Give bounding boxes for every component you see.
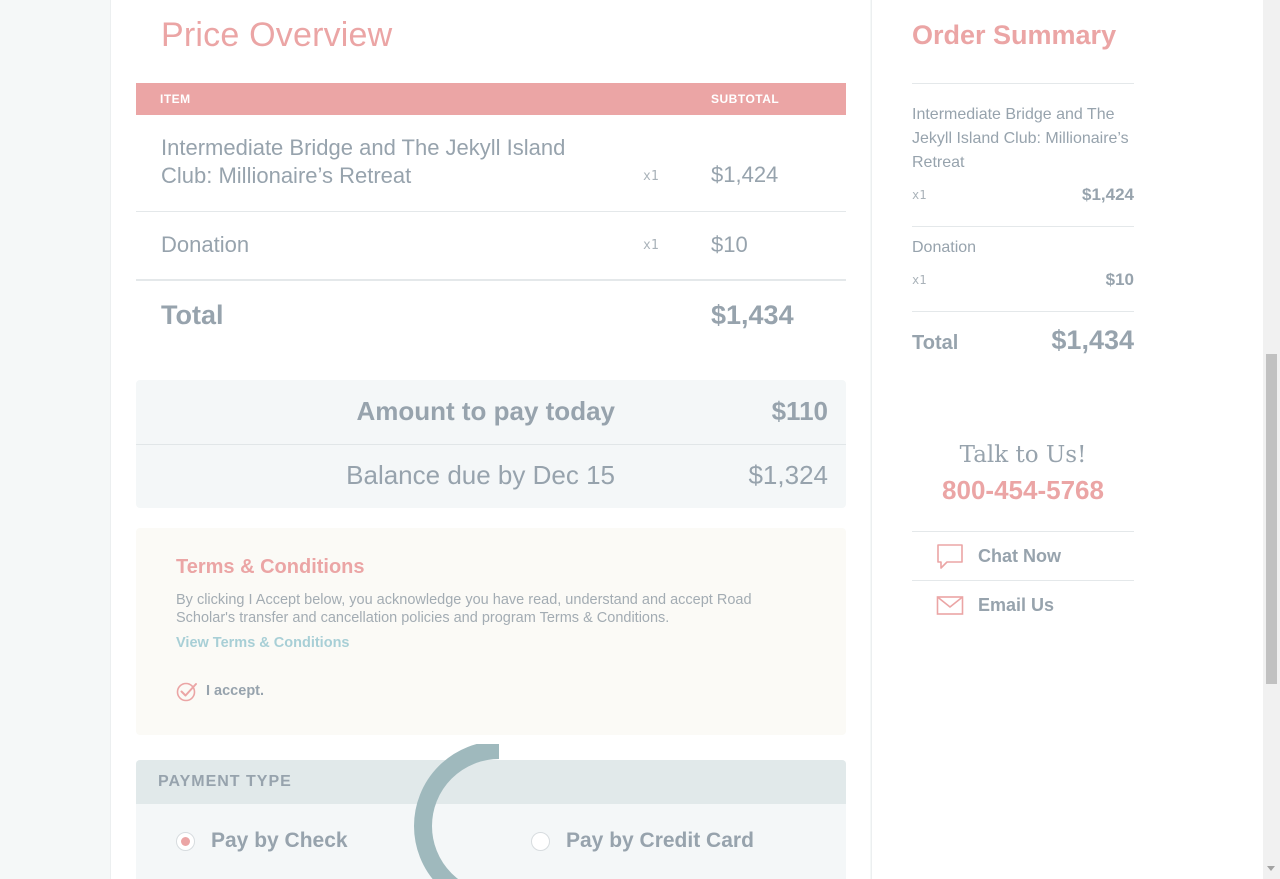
divider (136, 444, 846, 445)
envelope-icon (936, 596, 964, 615)
total-label: Total (161, 300, 224, 330)
payment-amounts-box: Amount to pay today $110 Balance due by … (136, 380, 846, 508)
chat-now-label: Chat Now (978, 545, 1061, 566)
column-header-item: ITEM (160, 92, 191, 106)
summary-total-label: Total (912, 332, 959, 354)
talk-to-us-label: Talk to Us! (959, 442, 1087, 468)
accept-terms-checkbox[interactable]: I accept. (176, 680, 264, 702)
vertical-scrollbar[interactable] (1263, 0, 1280, 879)
item-name: Intermediate Bridge and The Jekyll Islan… (161, 135, 566, 188)
email-us-button[interactable]: Email Us (912, 580, 1134, 629)
item-price: $1,424 (711, 162, 779, 187)
divider (912, 83, 1134, 84)
loading-spinner-icon (414, 744, 500, 879)
summary-item-quantity: x1 (912, 273, 927, 287)
scrollbar-thumb[interactable] (1266, 354, 1277, 684)
chat-now-button[interactable]: Chat Now (912, 531, 1134, 580)
chat-bubble-icon (937, 544, 963, 569)
pay-by-check-option[interactable]: Pay by Check (176, 829, 348, 853)
summary-total-value: $1,434 (1051, 325, 1134, 355)
balance-due-value: $1,324 (748, 460, 828, 490)
price-table-header: ITEM SUBTOTAL (136, 83, 846, 115)
table-row: Intermediate Bridge and The Jekyll Islan… (136, 115, 846, 212)
terms-title: Terms & Conditions (176, 556, 365, 578)
summary-item-price: $1,424 (1082, 185, 1134, 204)
view-terms-link[interactable]: View Terms & Conditions (176, 635, 350, 651)
price-overview-title: Price Overview (161, 16, 393, 54)
option-label: Pay by Credit Card (566, 829, 754, 852)
accept-label: I accept. (206, 683, 265, 699)
balance-due-label: Balance due by Dec 15 (346, 460, 615, 490)
item-name: Donation (161, 232, 250, 257)
option-label: Pay by Check (211, 829, 348, 852)
divider (912, 226, 1134, 227)
scroll-down-arrow-icon[interactable] (1267, 866, 1275, 871)
payment-type-title: PAYMENT TYPE (158, 773, 292, 790)
item-price: $10 (711, 232, 748, 257)
summary-item-quantity: x1 (912, 188, 927, 202)
table-row: Donation x1 $10 (136, 212, 846, 281)
terms-box: Terms & Conditions By clicking I Accept … (136, 528, 846, 735)
total-value: $1,434 (711, 300, 794, 330)
order-summary-title: Order Summary (912, 20, 1117, 50)
divider (912, 311, 1134, 312)
summary-item-price: $10 (1105, 270, 1134, 289)
amount-today-label: Amount to pay today (356, 396, 615, 426)
email-us-label: Email Us (978, 594, 1055, 615)
column-header-subtotal: SUBTOTAL (711, 92, 780, 106)
check-circle-icon (176, 682, 197, 702)
radio-button[interactable] (176, 831, 195, 851)
summary-item-name: Intermediate Bridge and The Jekyll Islan… (912, 106, 1129, 171)
amount-today-value: $110 (771, 396, 828, 426)
item-quantity: x1 (643, 169, 659, 184)
item-quantity: x1 (643, 238, 659, 253)
phone-number-link[interactable]: 800-454-5768 (912, 475, 1134, 506)
terms-body: By clicking I Accept below, you acknowle… (176, 592, 752, 626)
summary-item-name: Donation (912, 239, 977, 256)
price-total-row: Total $1,434 (136, 282, 846, 352)
